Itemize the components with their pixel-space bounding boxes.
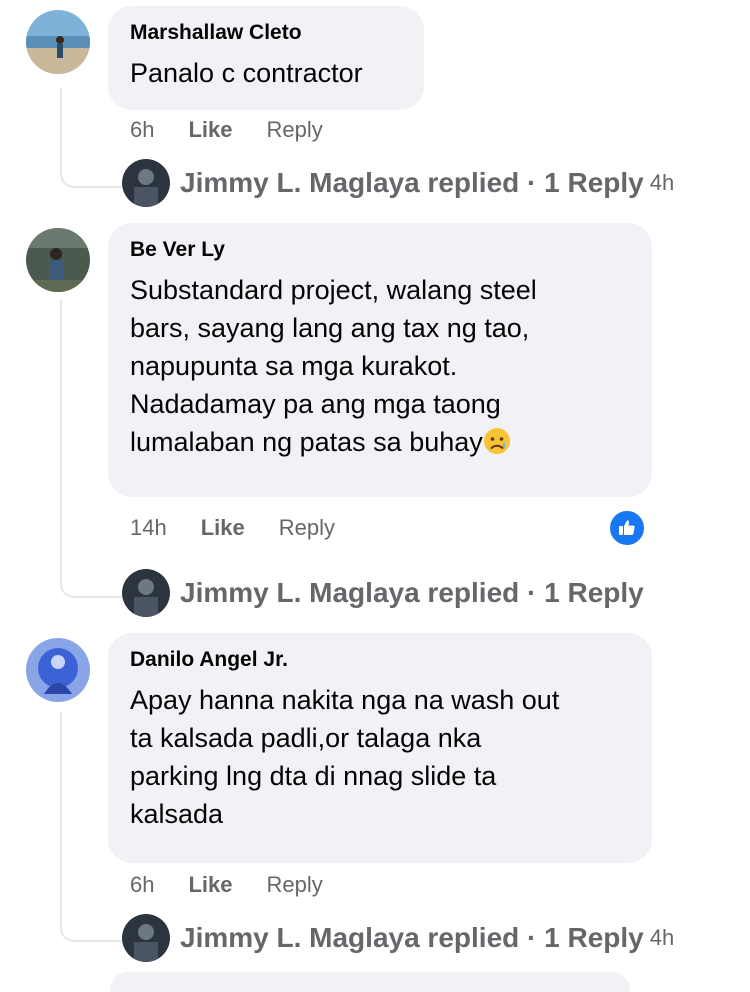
like-button[interactable]: Like bbox=[201, 515, 245, 541]
comment-text-line-with-emoji: lumalaban ng patas sa buhay bbox=[130, 423, 630, 461]
reply-summary[interactable]: Jimmy L. Maglaya replied · 1 Reply bbox=[180, 922, 644, 954]
comment-bubble: Be Ver Ly Substandard project, walang st… bbox=[108, 223, 652, 497]
reply-summary[interactable]: Jimmy L. Maglaya replied · 1 Reply bbox=[180, 167, 644, 199]
comment-text-line: kalsada bbox=[130, 799, 224, 829]
thread-line bbox=[60, 88, 62, 164]
comment-text-line: lumalaban ng patas sa buhay bbox=[130, 427, 483, 457]
reply-summary[interactable]: Jimmy L. Maglaya replied · 1 Reply bbox=[180, 577, 644, 609]
reply-button[interactable]: Reply bbox=[267, 872, 323, 898]
avatar bbox=[122, 914, 170, 962]
comment-bubble: Marshallaw Cleto Panalo c contractor bbox=[108, 6, 424, 110]
comment-time[interactable]: 14h bbox=[130, 515, 167, 541]
avatar bbox=[122, 569, 170, 617]
sad-face-emoji-icon bbox=[483, 428, 510, 454]
thread-line bbox=[60, 300, 62, 574]
reply-time: 4h bbox=[649, 170, 675, 195]
comment-time[interactable]: 6h bbox=[130, 117, 154, 143]
comment-actions: 14h Like Reply bbox=[130, 515, 335, 541]
avatar[interactable] bbox=[26, 10, 90, 74]
thread-connector bbox=[60, 916, 122, 942]
avatar[interactable] bbox=[26, 228, 90, 292]
comment-text-line: parking lng dta di nnag slide ta bbox=[130, 761, 497, 791]
reply-time: 4h bbox=[649, 925, 675, 950]
avatar[interactable] bbox=[26, 638, 90, 702]
thread-connector bbox=[60, 162, 122, 188]
next-comment-bubble-partial bbox=[110, 972, 630, 992]
comment-author[interactable]: Be Ver Ly bbox=[130, 237, 630, 263]
comment-text: Panalo c contractor bbox=[130, 58, 363, 88]
comment-text-line: Apay hanna nakita nga na wash out bbox=[130, 685, 560, 715]
comment-text: Substandard project, walang steel bars, … bbox=[130, 271, 630, 461]
comment-text-line: bars, sayang lang ang tax ng tao, bbox=[130, 313, 530, 343]
comment-actions: 6h Like Reply bbox=[130, 117, 323, 143]
like-button[interactable]: Like bbox=[188, 117, 232, 143]
thumbs-up-icon bbox=[619, 520, 635, 535]
comment-text-line: ta kalsada padli,or talaga nka bbox=[130, 723, 482, 753]
comment-bubble: Danilo Angel Jr. Apay hanna nakita nga n… bbox=[108, 633, 652, 863]
view-replies-link[interactable]: Jimmy L. Maglaya replied · 1 Reply 4h bbox=[122, 914, 674, 962]
reply-button[interactable]: Reply bbox=[267, 117, 323, 143]
comment-time[interactable]: 6h bbox=[130, 872, 154, 898]
like-button[interactable]: Like bbox=[188, 872, 232, 898]
reply-button[interactable]: Reply bbox=[279, 515, 335, 541]
view-replies-link[interactable]: Jimmy L. Maglaya replied · 1 Reply 4h bbox=[122, 159, 674, 207]
comment-author[interactable]: Danilo Angel Jr. bbox=[130, 647, 630, 673]
comment-author[interactable]: Marshallaw Cleto bbox=[130, 20, 402, 46]
thread-line bbox=[60, 712, 62, 918]
like-reaction-icon[interactable] bbox=[608, 509, 646, 547]
comment-text: Apay hanna nakita nga na wash out ta kal… bbox=[130, 681, 630, 833]
avatar bbox=[122, 159, 170, 207]
comment-text-line: Nadadamay pa ang mga taong bbox=[130, 389, 501, 419]
comment-text-line: Substandard project, walang steel bbox=[130, 275, 537, 305]
thread-connector bbox=[60, 572, 122, 598]
comment-text-line: napupunta sa mga kurakot. bbox=[130, 351, 458, 381]
view-replies-link[interactable]: Jimmy L. Maglaya replied · 1 Reply bbox=[122, 569, 644, 617]
comment-actions: 6h Like Reply bbox=[130, 872, 323, 898]
